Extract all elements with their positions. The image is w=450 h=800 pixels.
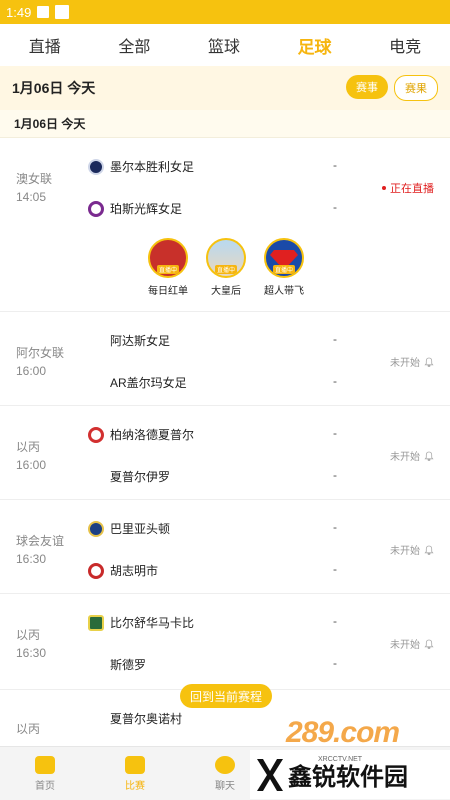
away-score: - [333,200,337,214]
date-section-header: 1月06日 今天 [0,110,450,138]
match-time: 14:05 [16,190,47,204]
watermark-logo-icon [257,758,283,791]
events-button[interactable]: 赛事 [346,75,388,99]
match-row[interactable]: 阿尔女联 16:00 阿达斯女足 AR盖尔玛女足 - - 未开始 [0,312,450,406]
bell-icon[interactable] [424,357,434,367]
watermark: 289.com 鑫锐软件园 XRCCTV.NET [250,716,450,799]
streamer-name: 大皇后 [211,286,241,297]
app-icon [55,5,70,19]
team-logo-icon [88,158,104,175]
team-logo-icon [88,200,104,217]
bell-icon[interactable] [424,639,434,649]
home-icon [35,755,55,774]
away-team: 夏普尔伊罗 [110,470,171,484]
results-button[interactable]: 赛果 [394,75,438,101]
home-team: 夏普尔奥诺村 [110,712,183,726]
league-name: 澳女联 [16,172,53,186]
match-status: 未开始 [390,448,434,463]
away-score: - [333,656,337,670]
home-score: - [333,332,337,346]
live-tag: 直播中 [156,265,180,274]
team-logo-icon [88,520,104,537]
home-score: - [333,520,337,534]
home-score: - [333,158,337,172]
watermark-url: XRCCTV.NET [318,756,363,763]
bell-icon[interactable] [424,451,434,461]
category-tabs: 直播 全部 篮球 足球 电竞 [0,24,450,67]
streamer-list: 直播中 每日红单 直播中 大皇后 直播中 超人带飞 [145,238,307,297]
home-score: - [333,614,337,628]
league-name: 以丙 [16,440,41,454]
streamer-name: 超人带飞 [264,286,304,297]
matches-icon [125,755,145,774]
status-time: 1:49 [6,4,32,20]
streamer-item[interactable]: 直播中 超人带飞 [261,238,307,297]
match-time: 16:00 [16,458,47,472]
tab-basketball[interactable]: 篮球 [208,33,240,57]
streamer-name: 每日红单 [148,286,188,297]
home-team: 比尔舒华马卡比 [110,616,195,630]
away-team: 珀斯光辉女足 [110,202,183,216]
team-logo-icon [88,614,104,631]
match-row[interactable]: 以丙 16:00 柏纳洛德夏普尔 夏普尔伊罗 - - 未开始 [0,406,450,500]
league-name: 阿尔女联 [16,346,65,360]
live-tag: 直播中 [214,265,238,274]
live-status[interactable]: 正在直播 [382,180,434,196]
back-to-current-button[interactable]: 回到当前赛程 [180,684,272,708]
match-status: 未开始 [390,636,434,651]
bell-icon[interactable] [424,545,434,555]
home-team: 墨尔本胜利女足 [110,160,195,174]
avatar: 直播中 [206,238,246,278]
chat-icon [215,755,235,774]
live-dot-icon [382,186,386,190]
avatar: 直播中 [264,238,304,278]
away-score: - [333,374,337,388]
date-bar: 1月06日 今天 赛事 赛果 [0,66,450,110]
away-team: 斯德罗 [110,658,147,672]
home-team: 巴里亚头顿 [110,522,171,536]
avatar: 直播中 [148,238,188,278]
match-status: 未开始 [390,542,434,557]
league-name: 以丙 [16,628,41,642]
match-time: 16:30 [16,552,47,566]
date-title[interactable]: 1月06日 今天 [12,78,95,98]
home-team: 柏纳洛德夏普尔 [110,428,195,442]
team-logo-icon [88,562,104,579]
team-logo-icon [88,426,104,443]
home-team: 阿达斯女足 [110,334,171,348]
away-team: 胡志明市 [110,564,159,578]
home-score: - [333,426,337,440]
away-team: AR盖尔玛女足 [110,376,187,390]
league-name: 球会友谊 [16,534,65,548]
match-row[interactable]: 以丙 16:30 比尔舒华马卡比 斯德罗 - - 未开始 [0,594,450,690]
match-time: 16:00 [16,364,47,378]
league-name: 以丙 [16,722,41,736]
nav-home[interactable]: 首页 [0,747,90,800]
streamer-item[interactable]: 直播中 大皇后 [203,238,249,297]
tab-football[interactable]: 足球 [298,33,332,58]
status-bar: 1:49 [0,0,450,24]
match-status: 未开始 [390,354,434,369]
tab-live[interactable]: 直播 [29,33,61,57]
streamer-item[interactable]: 直播中 每日红单 [145,238,191,297]
match-row[interactable]: 球会友谊 16:30 巴里亚头顿 胡志明市 - - 未开始 [0,500,450,594]
tab-all[interactable]: 全部 [118,33,150,57]
notification-icon [37,6,50,18]
away-score: - [333,468,337,482]
nav-matches[interactable]: 比赛 [90,747,180,800]
match-time: 16:30 [16,646,47,660]
tab-esports[interactable]: 电竞 [389,33,421,57]
watermark-top: 289.com [286,716,400,749]
live-tag: 直播中 [272,265,296,274]
away-score: - [333,562,337,576]
